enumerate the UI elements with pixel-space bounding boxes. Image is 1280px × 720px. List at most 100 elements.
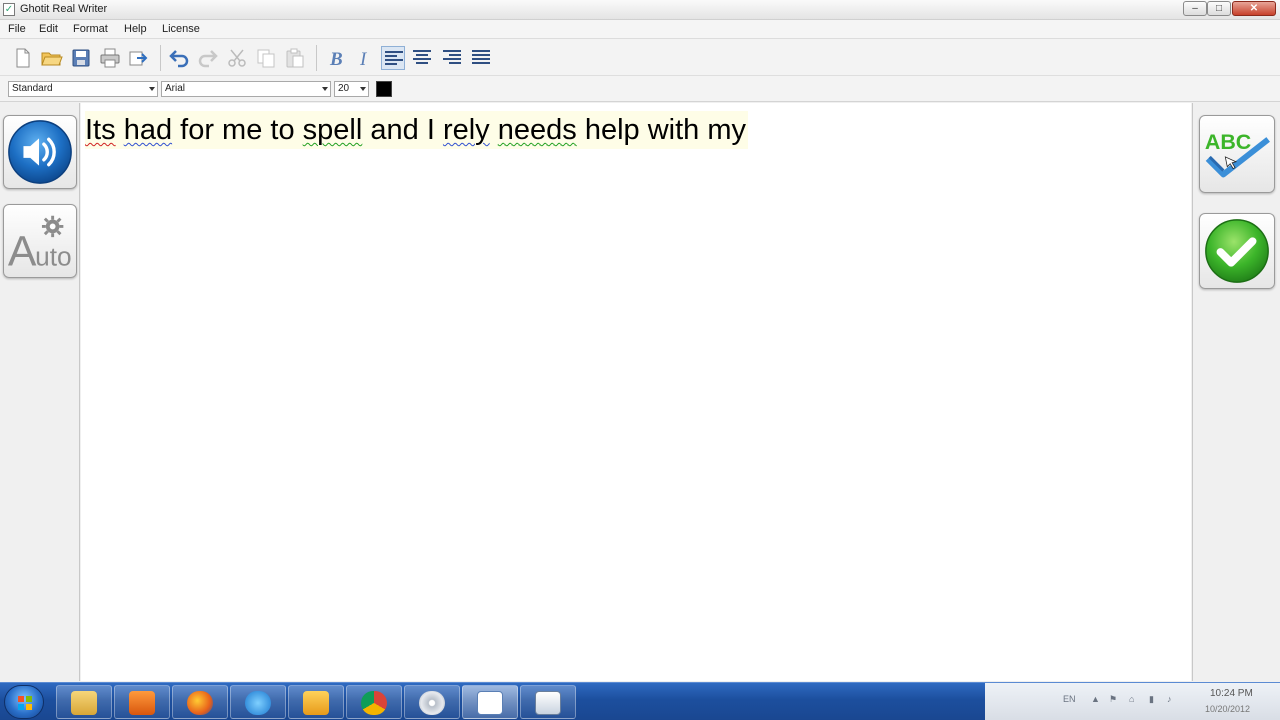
start-button[interactable]	[4, 685, 44, 719]
network-icon[interactable]: ⌂	[1129, 694, 1134, 704]
font-size-select[interactable]: 20	[334, 81, 369, 97]
word: my	[707, 114, 747, 146]
maximize-button[interactable]: □	[1207, 1, 1231, 16]
speaker-icon	[8, 120, 72, 184]
ghotit-check-icon	[477, 691, 503, 715]
auto-mode-button[interactable]: A uto	[3, 204, 77, 278]
save-icon[interactable]	[69, 46, 93, 70]
window-icon	[535, 691, 561, 715]
word: for	[180, 114, 214, 146]
taskbar-chrome[interactable]	[346, 685, 402, 719]
word-grammar-error[interactable]: had	[124, 114, 172, 146]
taskbar-outlook[interactable]	[288, 685, 344, 719]
document-editor[interactable]: Its had for me to spell and I rely needs…	[81, 103, 1191, 681]
word: with	[647, 114, 700, 146]
checkmark-icon	[1205, 219, 1269, 283]
export-icon[interactable]	[127, 46, 151, 70]
chrome-icon	[361, 691, 387, 715]
auto-gear-icon: A uto	[8, 215, 72, 275]
taskbar-firefox[interactable]	[172, 685, 228, 719]
font-select-value: Arial	[165, 83, 186, 94]
show-hidden-icons-icon[interactable]: ▲	[1091, 694, 1100, 704]
taskbar-explorer[interactable]	[56, 685, 112, 719]
confirm-button[interactable]	[1199, 213, 1275, 289]
chevron-down-icon	[360, 87, 366, 91]
svg-text:I: I	[359, 49, 368, 70]
word-suggestion[interactable]: spell	[303, 114, 363, 146]
svg-text:B: B	[329, 49, 343, 70]
word: and	[370, 114, 419, 146]
menu-format[interactable]: Format	[73, 23, 108, 35]
menu-license[interactable]: License	[162, 23, 200, 35]
align-left-icon[interactable]	[381, 46, 405, 70]
taskbar-ghotit-app[interactable]	[462, 685, 518, 719]
language-indicator[interactable]: EN	[1063, 694, 1076, 704]
word-suggestion[interactable]: needs	[498, 114, 577, 146]
align-center-icon[interactable]	[410, 46, 434, 70]
svg-text:uto: uto	[35, 241, 72, 271]
app-check-icon: ✓	[3, 3, 15, 16]
taskbar-disc-app[interactable]	[404, 685, 460, 719]
window-title: Ghotit Real Writer	[20, 3, 108, 15]
open-folder-icon[interactable]	[39, 46, 63, 70]
taskbar-media-player[interactable]	[114, 685, 170, 719]
print-icon[interactable]	[98, 46, 122, 70]
document-text-line[interactable]: Its had for me to spell and I rely needs…	[85, 111, 749, 149]
flag-icon[interactable]: ⚑	[1109, 694, 1117, 705]
ie-icon	[245, 691, 271, 715]
speak-button[interactable]	[3, 115, 77, 189]
signal-icon[interactable]: ▮	[1149, 694, 1154, 705]
right-panel: ABC	[1192, 103, 1280, 681]
minimize-button[interactable]: –	[1183, 1, 1207, 16]
clock-date[interactable]: 10/20/2012	[1205, 704, 1250, 714]
speaker-tray-icon[interactable]: ♪	[1167, 694, 1172, 704]
align-right-icon[interactable]	[440, 46, 464, 70]
word-grammar-error[interactable]: rely	[443, 114, 490, 146]
firefox-icon	[187, 691, 213, 715]
text-color-swatch[interactable]	[376, 81, 392, 97]
title-bar: ✓ Ghotit Real Writer – □ ✕	[0, 0, 1280, 20]
left-panel: A uto	[0, 103, 80, 681]
menu-file[interactable]: File	[8, 23, 26, 35]
word: me	[222, 114, 263, 146]
paste-icon[interactable]	[283, 46, 307, 70]
copy-icon[interactable]	[254, 46, 278, 70]
spellcheck-button[interactable]: ABC	[1199, 115, 1275, 193]
abc-check-icon: ABC	[1205, 130, 1270, 178]
style-select[interactable]: Standard	[8, 81, 158, 97]
menu-help[interactable]: Help	[124, 23, 147, 35]
toolbar-separator	[160, 45, 161, 71]
svg-text:A: A	[8, 227, 37, 275]
italic-icon[interactable]: I	[352, 46, 376, 70]
new-document-icon[interactable]	[10, 46, 34, 70]
chevron-down-icon	[149, 87, 155, 91]
close-button[interactable]: ✕	[1232, 1, 1276, 16]
cut-icon[interactable]	[225, 46, 249, 70]
word: to	[270, 114, 295, 146]
clock-time[interactable]: 10:24 PM	[1210, 688, 1253, 699]
menu-edit[interactable]: Edit	[39, 23, 58, 35]
folder-icon	[71, 691, 97, 715]
redo-icon[interactable]	[196, 46, 220, 70]
menu-bar: File Edit Format Help License	[0, 20, 1280, 39]
taskbar-internet-explorer[interactable]	[230, 685, 286, 719]
toolbar-separator	[316, 45, 317, 71]
word: I	[426, 114, 435, 146]
word-misspelled[interactable]: Its	[85, 114, 116, 146]
font-size-value: 20	[338, 83, 350, 94]
media-player-icon	[129, 691, 155, 715]
taskbar: EN ▲ ⚑ ⌂ ▮ ♪	[0, 682, 1280, 720]
outlook-icon	[303, 691, 329, 715]
font-select[interactable]: Arial	[161, 81, 331, 97]
word: help	[584, 114, 640, 146]
taskbar-window-app[interactable]	[520, 685, 576, 719]
svg-text:ABC: ABC	[1205, 130, 1251, 154]
undo-icon[interactable]	[167, 46, 191, 70]
chevron-down-icon	[322, 87, 328, 91]
app-window: ✓ Ghotit Real Writer – □ ✕ File Edit For…	[0, 0, 1280, 720]
windows-logo-icon	[17, 695, 33, 711]
toolbar: B I	[0, 39, 1280, 76]
format-bar: Standard Arial 20	[0, 76, 1280, 102]
justify-icon[interactable]	[469, 46, 493, 70]
bold-icon[interactable]: B	[324, 46, 348, 70]
